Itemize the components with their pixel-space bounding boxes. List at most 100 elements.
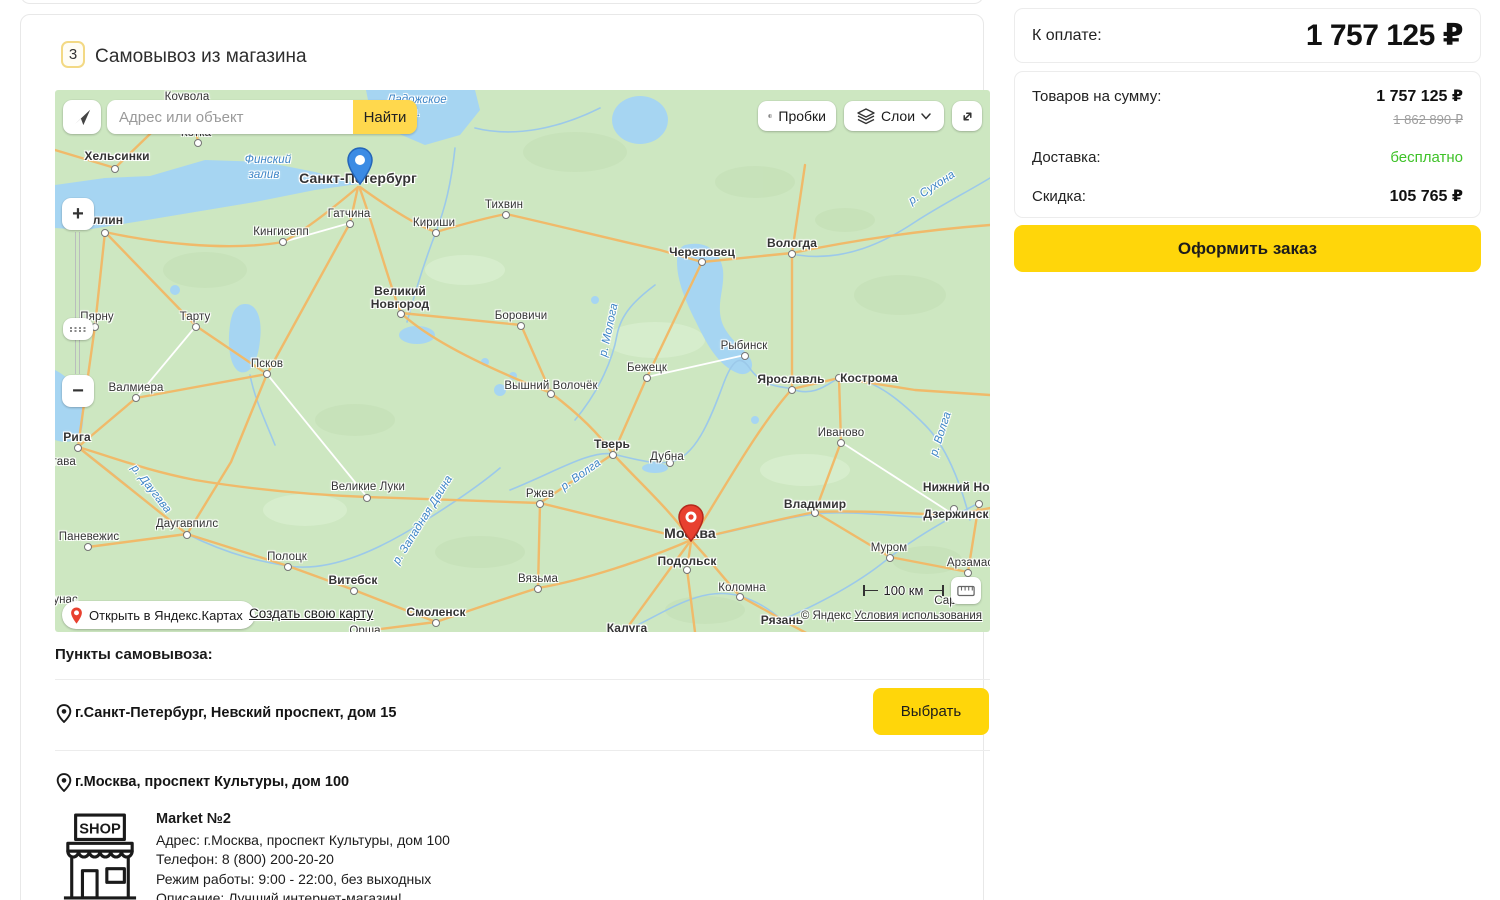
summary-total-box: К оплате: 1 757 125 ₽ — [1014, 8, 1481, 63]
shop-detail-line: Режим работы: 9:00 - 22:00, без выходных — [156, 870, 450, 889]
fullscreen-button[interactable] — [952, 101, 982, 131]
map-city-label: Валмиера — [108, 382, 163, 394]
map-city-dot — [964, 569, 972, 577]
shop-storefront-icon: SHOP — [61, 812, 139, 900]
pickup-point-address[interactable]: г.Москва, проспект Культуры, дом 100 — [75, 774, 349, 790]
map-city-dot — [517, 322, 525, 330]
map-city-label: Дубна — [650, 451, 684, 463]
map-city-dot — [194, 139, 202, 147]
map-city-dot — [397, 310, 405, 318]
delivery-label: Доставка: — [1032, 149, 1101, 166]
map-terrain — [55, 90, 990, 632]
map-city-label: Тарту — [180, 311, 211, 323]
scale-label: 100 км — [878, 583, 930, 598]
geolocation-button[interactable] — [63, 100, 101, 134]
open-in-yandex-maps-button[interactable]: Открыть в Яндекс.Картах — [62, 601, 255, 629]
traffic-icon — [768, 108, 772, 124]
zoom-in-glyph: + — [72, 203, 84, 226]
map-city-label: Вязьма — [518, 573, 558, 585]
map-city-label: Елгава — [55, 456, 76, 468]
map-city-dot — [698, 258, 706, 266]
map-city-dot — [192, 323, 200, 331]
chevron-down-icon — [921, 113, 931, 120]
pickup-point-address[interactable]: г.Санкт-Петербург, Невский проспект, дом… — [75, 705, 396, 721]
map-city-dot — [736, 593, 744, 601]
map-city-dot — [84, 543, 92, 551]
map-city-dot — [183, 531, 191, 539]
map-city-dot — [536, 500, 544, 508]
map-city-dot — [788, 250, 796, 258]
zoom-out-button[interactable]: − — [62, 375, 94, 407]
map-city-label: Кострома — [840, 371, 898, 385]
section-title: Самовывоз из магазина — [95, 46, 307, 68]
delivery-row: Доставка: бесплатно — [1032, 149, 1463, 166]
traffic-label: Пробки — [778, 108, 826, 124]
map-city-label: Хельсинки — [84, 149, 149, 163]
items-old-value: 1 862 890 ₽ — [1032, 112, 1463, 128]
map-city-label: Витебск — [328, 573, 377, 587]
copyright-text: © Яндекс — [801, 610, 851, 622]
zoom-in-button[interactable]: + — [62, 198, 94, 230]
map-pin-saint-petersburg[interactable] — [346, 147, 374, 190]
discount-row: Скидка: 105 765 ₽ — [1032, 186, 1463, 206]
map-city-label: Подольск — [658, 554, 717, 568]
choose-pickup-button[interactable]: Выбрать — [873, 688, 989, 735]
location-pin-icon — [56, 704, 72, 723]
divider — [55, 750, 990, 751]
create-map-link[interactable]: Создать свою карту — [249, 606, 373, 621]
map-city-label: Даугавпилс — [156, 518, 218, 530]
items-value: 1 757 125 ₽ — [1376, 86, 1463, 106]
map-city-dot — [837, 439, 845, 447]
map-pin-moscow[interactable] — [677, 504, 705, 547]
layers-icon — [857, 108, 875, 125]
map-city-dot — [132, 394, 140, 402]
layers-button[interactable]: Слои — [844, 101, 944, 131]
map-city-dot — [284, 563, 292, 571]
map-city-dot — [886, 554, 894, 562]
zoom-slider-track[interactable] — [75, 232, 80, 374]
zoom-out-glyph: − — [72, 380, 84, 403]
traffic-button[interactable]: Пробки — [758, 101, 836, 131]
map-city-label: Великие Луки — [331, 481, 405, 493]
map-water-label: залив — [249, 169, 280, 181]
map-city-label: Гатчина — [328, 208, 371, 220]
expand-icon — [960, 109, 975, 124]
map-city-label: Тихвин — [485, 199, 523, 211]
map-city-dot — [111, 165, 119, 173]
map-canvas[interactable]: ХельсинкиТаллинКоуволаКоткаСанкт-Петербу… — [55, 90, 990, 632]
map-city-label: Бежецк — [627, 362, 667, 374]
total-label: К оплате: — [1032, 27, 1102, 45]
shop-detail-line: Телефон: 8 (800) 200-20-20 — [156, 850, 450, 869]
map-city-dot — [74, 444, 82, 452]
map-city-label: Рыбинск — [721, 340, 768, 352]
map-city-label: Владимир — [784, 497, 846, 511]
map-city-dot — [643, 374, 651, 382]
map-city-label: Коломна — [718, 582, 765, 594]
layers-label: Слои — [881, 108, 915, 124]
red-pin-icon — [70, 607, 83, 624]
map-city-dot — [346, 220, 354, 228]
zoom-slider-handle[interactable] — [63, 318, 93, 340]
map-city-label: Вышний Волочёк — [504, 380, 597, 392]
map-city-label: Орша — [349, 625, 380, 632]
red-pin-icon — [677, 504, 705, 542]
items-label: Товаров на сумму: — [1032, 88, 1161, 105]
map-city-label: Ярославль — [757, 372, 824, 386]
delivery-value: бесплатно — [1390, 149, 1463, 166]
map-city-label: Вологда — [767, 236, 817, 250]
find-button[interactable]: Найти — [353, 100, 417, 134]
discount-value: 105 765 ₽ — [1390, 186, 1463, 206]
submit-order-button[interactable]: Оформить заказ — [1014, 225, 1481, 272]
ruler-button[interactable] — [951, 577, 981, 604]
shop-name: Market №2 — [156, 811, 231, 827]
map-city-label: Череповец — [669, 245, 735, 259]
map-city-dot — [279, 238, 287, 246]
search-input[interactable] — [107, 100, 353, 134]
map-city-dot — [263, 370, 271, 378]
map-city-label: Нижний Нов — [923, 480, 990, 494]
open-in-yandex-label: Открыть в Яндекс.Картах — [89, 608, 243, 623]
previous-card-edge — [20, 0, 984, 4]
terms-link[interactable]: Условия использования — [854, 610, 982, 622]
map-city-dot — [534, 585, 542, 593]
shop-details: Адрес: г.Москва, проспект Культуры, дом … — [156, 831, 450, 900]
